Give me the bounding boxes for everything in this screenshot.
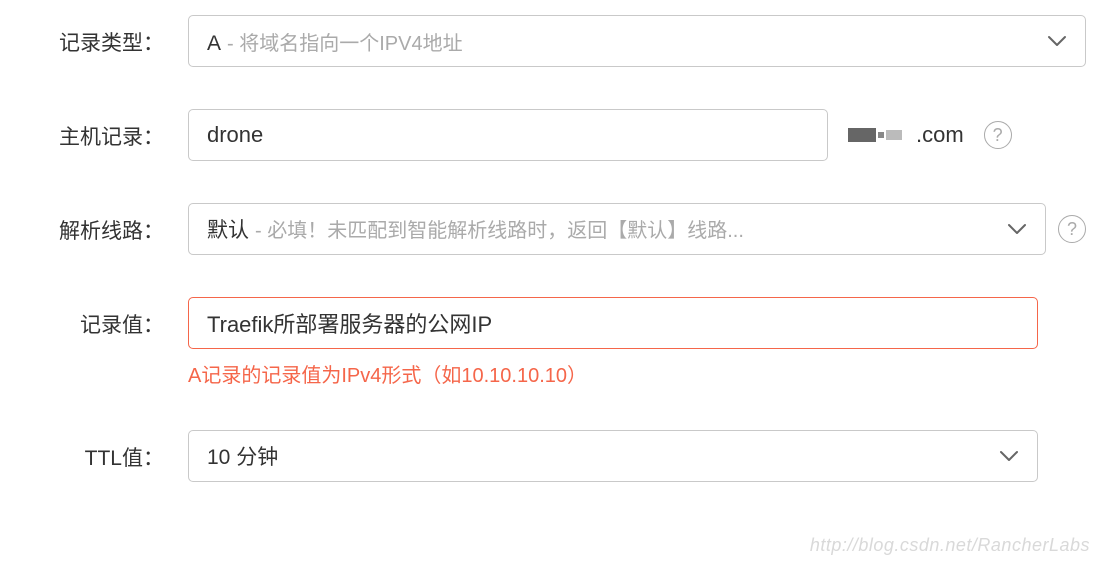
ttl-select[interactable]: 10 分钟 — [188, 430, 1038, 482]
resolve-line-control: 默认 - 必填！未匹配到智能解析线路时，返回【默认】线路... ? — [188, 203, 1086, 255]
record-value-control: A记录的记录值为IPv4形式（如10.10.10.10） — [188, 297, 1086, 388]
record-type-select[interactable]: A - 将域名指向一个IPV4地址 — [188, 15, 1086, 67]
host-record-label: 主机记录： — [28, 109, 188, 151]
redacted-domain-icon — [848, 128, 902, 142]
record-value-label: 记录值： — [28, 297, 188, 339]
domain-suffix: .com — [848, 122, 964, 148]
resolve-line-help-icon[interactable]: ? — [1058, 215, 1086, 243]
host-record-control: .com ? — [188, 109, 1086, 161]
chevron-down-icon — [1047, 35, 1067, 47]
host-record-input[interactable] — [188, 109, 828, 161]
watermark-text: http://blog.csdn.net/RancherLabs — [810, 535, 1090, 556]
record-value-error-hint: A记录的记录值为IPv4形式（如10.10.10.10） — [188, 359, 1086, 388]
host-record-help-icon[interactable]: ? — [984, 121, 1012, 149]
record-type-row: 记录类型： A - 将域名指向一个IPV4地址 — [28, 15, 1086, 67]
host-record-row: 主机记录： .com ? — [28, 109, 1086, 161]
record-type-value-wrap: A - 将域名指向一个IPV4地址 — [207, 27, 463, 56]
resolve-line-value-wrap: 默认 - 必填！未匹配到智能解析线路时，返回【默认】线路... — [207, 214, 744, 244]
resolve-line-label: 解析线路： — [28, 203, 188, 245]
chevron-down-icon — [999, 450, 1019, 462]
record-type-control: A - 将域名指向一个IPV4地址 — [188, 15, 1086, 67]
resolve-line-desc: - 必填！未匹配到智能解析线路时，返回【默认】线路... — [255, 214, 744, 243]
record-type-label: 记录类型： — [28, 15, 188, 57]
record-value-row: 记录值： A记录的记录值为IPv4形式（如10.10.10.10） — [28, 297, 1086, 388]
resolve-line-select[interactable]: 默认 - 必填！未匹配到智能解析线路时，返回【默认】线路... — [188, 203, 1046, 255]
domain-suffix-text: .com — [916, 122, 964, 148]
resolve-line-value: 默认 — [207, 214, 249, 244]
ttl-value: 10 分钟 — [207, 441, 278, 471]
record-type-desc: - 将域名指向一个IPV4地址 — [227, 27, 463, 56]
ttl-value-wrap: 10 分钟 — [207, 441, 278, 471]
ttl-label: TTL值： — [28, 430, 188, 472]
resolve-line-row: 解析线路： 默认 - 必填！未匹配到智能解析线路时，返回【默认】线路... ? — [28, 203, 1086, 255]
record-value-input[interactable] — [188, 297, 1038, 349]
ttl-row: TTL值： 10 分钟 — [28, 430, 1086, 482]
ttl-control: 10 分钟 — [188, 430, 1086, 482]
chevron-down-icon — [1007, 223, 1027, 235]
record-type-value: A — [207, 32, 221, 56]
